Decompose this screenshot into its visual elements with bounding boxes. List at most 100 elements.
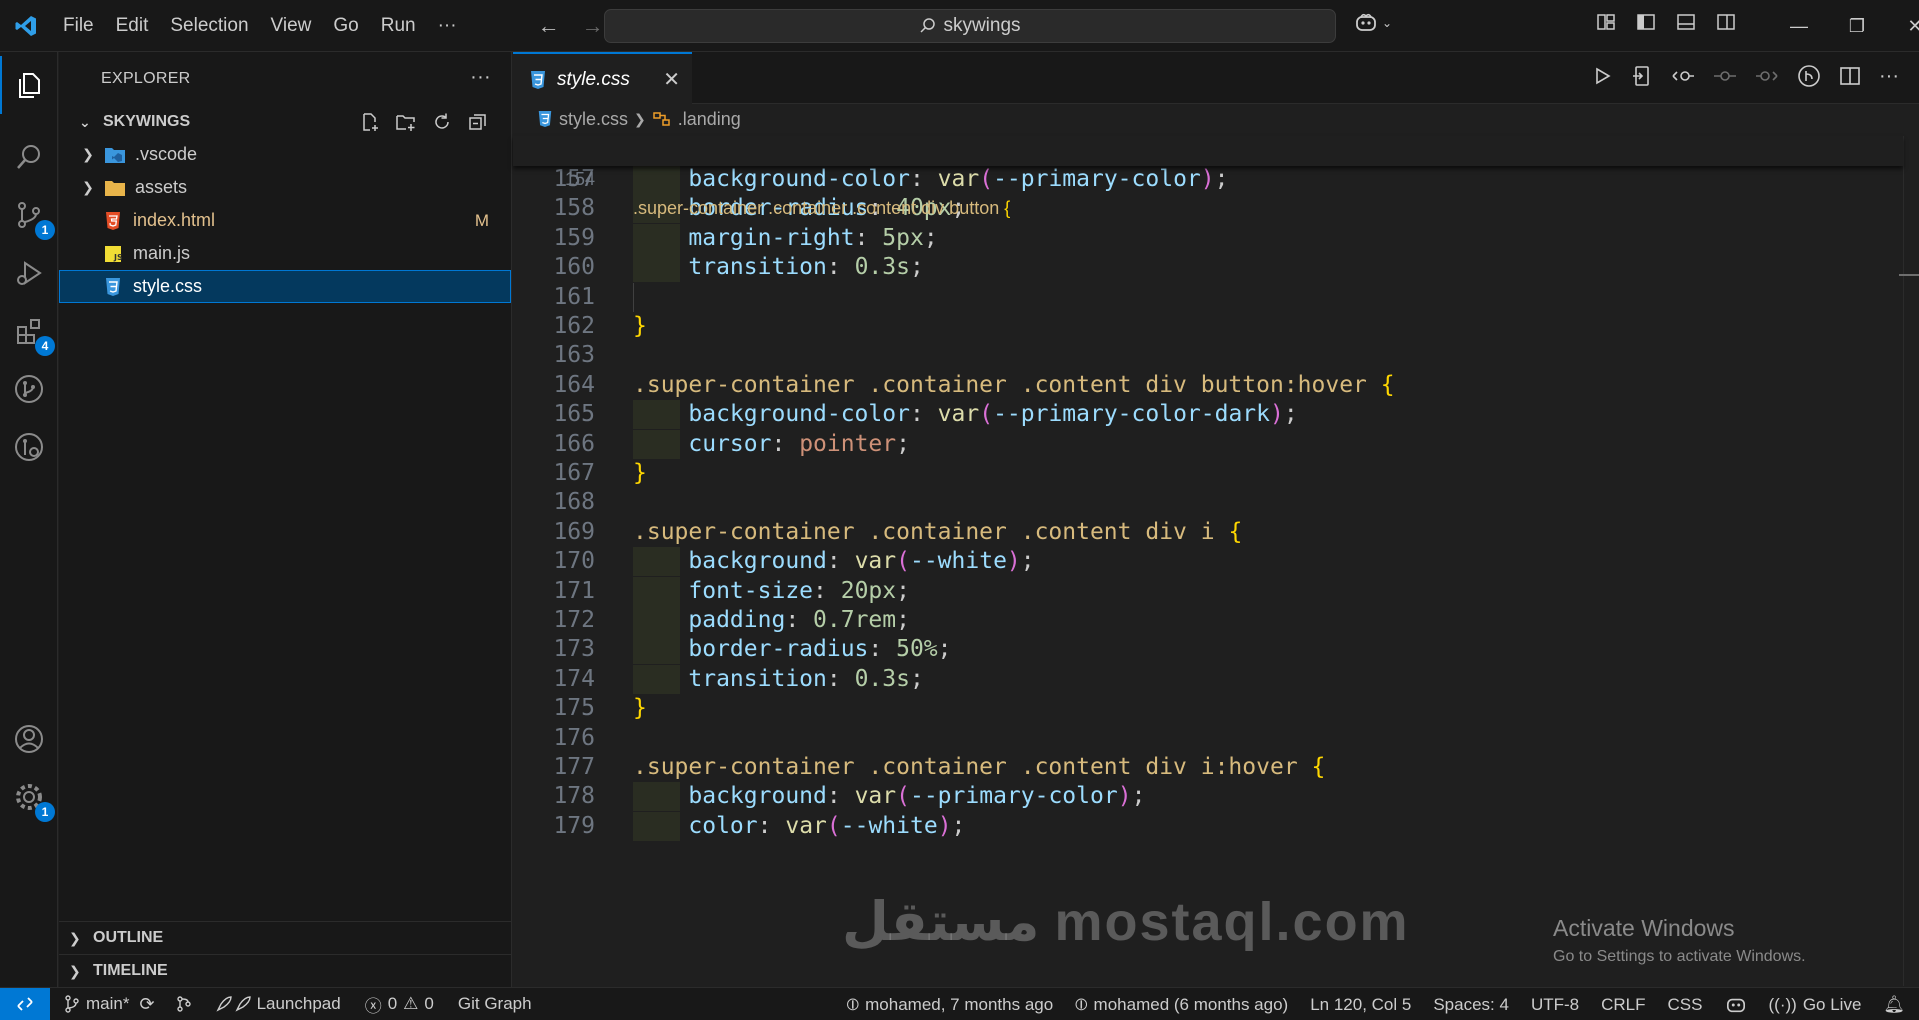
menu-more[interactable]: ··· (427, 0, 468, 52)
breadcrumb-file[interactable]: style.css (559, 109, 628, 130)
tree-item-index-html[interactable]: index.html M (59, 204, 511, 237)
menu-selection[interactable]: Selection (159, 0, 259, 52)
close-window-icon[interactable]: ✕ (1886, 0, 1919, 52)
css-function: var (854, 548, 897, 575)
copilot-menu[interactable]: ⌄ (1354, 12, 1392, 34)
problems-status[interactable]: ⓧ 0 ⚠ 0 (365, 992, 434, 1017)
activity-bar: 1 4 1 (0, 52, 58, 987)
launchpad-status[interactable]: Launchpad (215, 994, 341, 1014)
encoding[interactable]: UTF-8 (1531, 995, 1579, 1015)
customize-layout-icon[interactable] (1596, 12, 1616, 32)
sync-icon[interactable]: ⟳ (139, 994, 154, 1015)
timeline-forward-icon[interactable] (1755, 65, 1779, 87)
menu-view[interactable]: View (260, 0, 323, 52)
toggle-primary-sidebar-icon[interactable] (1636, 12, 1656, 32)
tree-item-label: .vscode (135, 144, 198, 164)
blame-status-secondary[interactable]: ⦶ mohamed (6 months ago) (1075, 995, 1288, 1015)
timeline-back-icon[interactable] (1671, 65, 1695, 87)
timeline-section[interactable]: ❯ TIMELINE (59, 954, 512, 987)
tree-item-style-css[interactable]: style.css (59, 270, 511, 303)
toggle-panel-icon[interactable] (1676, 12, 1696, 32)
commit-icon[interactable] (1713, 65, 1737, 87)
toggle-secondary-sidebar-icon[interactable] (1716, 12, 1736, 32)
error-count: 0 (387, 994, 398, 1013)
refresh-icon[interactable] (431, 111, 453, 133)
activity-gitlens[interactable] (0, 418, 58, 476)
collapse-all-icon[interactable] (467, 111, 489, 133)
bell-icon[interactable]: 🔔︎ (1883, 995, 1905, 1015)
activity-run-debug[interactable] (0, 244, 58, 302)
minimize-icon[interactable]: — (1770, 0, 1828, 52)
outline-section[interactable]: ❯ OUTLINE (59, 921, 512, 954)
line-number: 164 (553, 371, 595, 398)
activity-source-control[interactable]: 1 (0, 186, 58, 244)
blame-status[interactable]: ⦶ mohamed, 7 months ago (847, 995, 1053, 1015)
tree-item-assets[interactable]: ❯ assets (59, 171, 511, 204)
line-number: 163 (553, 342, 595, 369)
css-property: margin-right (688, 224, 855, 251)
restore-icon[interactable]: ❐ (1828, 0, 1886, 52)
forward-arrow-icon[interactable]: → (582, 13, 604, 39)
css-value: 0.7rem (813, 607, 897, 633)
new-folder-icon[interactable] (395, 111, 417, 133)
brace: { (1004, 198, 1011, 218)
copilot-icon[interactable] (1725, 995, 1747, 1015)
activity-manage[interactable]: 1 (0, 768, 58, 826)
remote-indicator[interactable] (0, 987, 50, 1020)
sticky-scroll-header[interactable]: 154 .super-container .container .content… (513, 136, 1903, 218)
menu-file[interactable]: File (52, 0, 105, 52)
open-changes-icon[interactable] (1631, 65, 1653, 87)
breadcrumb-symbol[interactable]: .landing (678, 109, 741, 130)
language-mode[interactable]: CSS (1668, 995, 1703, 1015)
svg-text:JS: JS (113, 253, 122, 262)
line-number: 173 (553, 636, 595, 663)
go-live-label: Go Live (1802, 994, 1862, 1014)
tree-item-main-js[interactable]: JS main.js (59, 237, 511, 270)
line-number: 177 (553, 754, 595, 780)
editor-scrollbar[interactable] (1903, 136, 1919, 986)
tab-style-css[interactable]: style.css ✕ (513, 52, 692, 105)
new-file-icon[interactable] (359, 111, 381, 133)
blame-text: mohamed, 7 months ago (865, 994, 1054, 1014)
branch-status[interactable]: main* (64, 994, 129, 1014)
gitlens-inspect-icon[interactable] (1797, 64, 1821, 88)
end-of-line[interactable]: CRLF (1601, 995, 1645, 1015)
go-live-button[interactable]: ((·)) Go Live (1769, 995, 1862, 1015)
chevron-right-icon: ❯ (82, 146, 94, 162)
css-property: transition (688, 254, 827, 281)
editor-actions: ··· (1591, 64, 1899, 88)
code-line: 179 color: var(--white); (513, 811, 1903, 841)
more-actions-icon[interactable]: ··· (470, 66, 491, 89)
code-line: 157 background-color: var(--primary-colo… (513, 165, 1903, 194)
code-text: .super-container .container .content div… (633, 753, 1325, 782)
tree-item-vscode[interactable]: ❯ .vscode (59, 138, 511, 171)
workspace-section-header[interactable]: ⌄ SKYWINGS (59, 106, 511, 138)
menu-go[interactable]: Go (322, 0, 369, 52)
menu-edit[interactable]: Edit (105, 0, 160, 52)
activity-extensions[interactable]: 4 (0, 302, 58, 360)
error-icon: ⓧ (364, 996, 382, 1016)
split-editor-icon[interactable] (1839, 65, 1861, 87)
command-center-search[interactable]: skywings (604, 9, 1336, 43)
indentation[interactable]: Spaces: 4 (1433, 995, 1509, 1015)
line-number: 174 (553, 665, 595, 692)
code-line: 167} (513, 459, 1903, 488)
gitlens-status-icon[interactable] (175, 995, 193, 1013)
code-line: 175} (513, 694, 1903, 723)
run-icon[interactable] (1591, 65, 1613, 87)
css-value: 5px (882, 224, 924, 251)
timeline-label: TIMELINE (93, 962, 168, 979)
cursor-position[interactable]: Ln 120, Col 5 (1310, 995, 1411, 1015)
activity-explorer[interactable] (0, 56, 58, 114)
watermark: مستقل mostaql.com (842, 892, 1410, 952)
menu-run[interactable]: Run (370, 0, 427, 52)
activity-accounts[interactable] (0, 710, 58, 768)
activity-search[interactable] (0, 128, 58, 186)
git-graph-status[interactable]: Git Graph (458, 994, 532, 1014)
code-line: 172 padding: 0.7rem; (513, 606, 1903, 635)
close-icon[interactable]: ✕ (663, 67, 680, 92)
back-arrow-icon[interactable]: ← (538, 13, 560, 39)
more-actions-icon[interactable]: ··· (1879, 65, 1899, 88)
activity-git-graph[interactable] (0, 360, 58, 418)
activate-subtitle: Go to Settings to activate Windows. (1553, 948, 1806, 965)
